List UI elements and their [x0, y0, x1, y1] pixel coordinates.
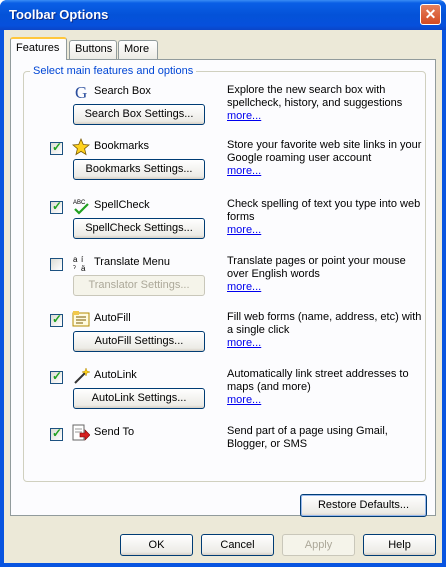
more-link[interactable]: more... [227, 394, 422, 407]
feature-description: Check spelling of text you type into web… [227, 198, 422, 237]
feature-send-to: ✓ Send To Send part of a page using Gmai… [24, 413, 424, 469]
feature-description: Translate pages or point your mouse over… [227, 255, 422, 294]
feature-description-text: Explore the new search box with spellche… [227, 84, 403, 109]
star-icon [72, 137, 90, 156]
dialog-window: Toolbar Options ✕ Features Buttons More … [0, 0, 446, 567]
autofill-checkbox[interactable]: ✓ [50, 312, 63, 327]
features-panel: Select main features and options G Searc… [10, 59, 436, 517]
check-mark-icon: ✓ [52, 312, 63, 326]
svg-text:í: í [81, 255, 84, 264]
google-g-icon: G [72, 83, 90, 102]
feature-label: AutoFill [94, 312, 131, 324]
feature-label: Bookmarks [94, 140, 150, 152]
dialog-client: Features Buttons More Select main featur… [4, 30, 442, 563]
tab-more[interactable]: More [118, 40, 158, 59]
apply-button[interactable]: Apply [282, 534, 355, 556]
more-link[interactable]: more... [227, 337, 422, 350]
main-features-group: Select main features and options G Searc… [23, 65, 426, 482]
autolink-checkbox[interactable]: ✓ [50, 369, 63, 384]
help-button[interactable]: Help [363, 534, 436, 556]
autolink-wand-icon [72, 367, 91, 385]
svg-text:ˀ: ˀ [73, 264, 76, 272]
translate-icon: aíˀä [72, 254, 90, 273]
svg-text:ä: ä [81, 264, 86, 272]
feature-label: AutoLink [94, 369, 137, 381]
feature-bookmarks: ✓ Bookmarks Bookmarks Settings... Store … [24, 127, 424, 183]
search-box-settings-button[interactable]: Search Box Settings... [73, 104, 205, 125]
check-mark-icon: ✓ [52, 140, 63, 154]
close-icon: ✕ [424, 6, 437, 22]
more-link[interactable]: more... [227, 110, 422, 123]
feature-description-text: Fill web forms (name, address, etc) with… [227, 311, 422, 336]
more-link[interactable]: more... [227, 224, 422, 237]
more-link[interactable]: more... [227, 165, 422, 178]
feature-description-text: Send part of a page using Gmail, Blogger… [227, 425, 388, 450]
feature-label: Send To [94, 426, 135, 438]
feature-spellcheck: ✓ ABC SpellCheck SpellCheck Settings... … [24, 186, 424, 242]
title-bar[interactable]: Toolbar Options ✕ [0, 0, 446, 30]
spellcheck-checkbox[interactable]: ✓ [50, 199, 63, 214]
send-to-icon [72, 424, 91, 442]
feature-search-box: G Search Box Search Box Settings... Expl… [24, 72, 424, 128]
feature-label: Search Box [94, 85, 151, 97]
spellcheck-icon: ABC [72, 197, 90, 215]
feature-description: Store your favorite web site links in yo… [227, 139, 422, 178]
autofill-settings-button[interactable]: AutoFill Settings... [73, 331, 205, 352]
check-mark-icon: ✓ [52, 199, 63, 213]
translator-settings-button[interactable]: Translator Settings... [73, 275, 205, 296]
send-to-checkbox[interactable]: ✓ [50, 426, 63, 441]
cancel-button[interactable]: Cancel [201, 534, 274, 556]
feature-description: Fill web forms (name, address, etc) with… [227, 311, 422, 350]
feature-description-text: Automatically link street addresses to m… [227, 368, 409, 393]
autolink-settings-button[interactable]: AutoLink Settings... [73, 388, 205, 409]
svg-text:ABC: ABC [73, 200, 86, 206]
svg-text:G: G [75, 83, 87, 101]
feature-description-text: Translate pages or point your mouse over… [227, 255, 406, 280]
feature-label: SpellCheck [94, 199, 150, 211]
feature-description-text: Check spelling of text you type into web… [227, 198, 421, 223]
window-title: Toolbar Options [9, 7, 109, 22]
feature-label: Translate Menu [94, 256, 171, 268]
feature-description: Send part of a page using Gmail, Blogger… [227, 425, 422, 451]
autofill-icon [72, 310, 90, 328]
tab-features[interactable]: Features [10, 37, 67, 60]
feature-description: Explore the new search box with spellche… [227, 84, 422, 123]
svg-text:a: a [73, 255, 78, 264]
ok-button[interactable]: OK [120, 534, 193, 556]
restore-defaults-button[interactable]: Restore Defaults... [300, 494, 427, 517]
translate-menu-checkbox[interactable] [50, 258, 63, 271]
close-button[interactable]: ✕ [420, 4, 441, 25]
bookmarks-settings-button[interactable]: Bookmarks Settings... [73, 159, 205, 180]
feature-autolink: ✓ AutoLink AutoLink Settings... Automati… [24, 356, 424, 412]
feature-description: Automatically link street addresses to m… [227, 368, 422, 407]
feature-description-text: Store your favorite web site links in yo… [227, 139, 422, 164]
check-mark-icon: ✓ [52, 426, 63, 440]
check-mark-icon: ✓ [52, 369, 63, 383]
tab-buttons[interactable]: Buttons [69, 40, 117, 59]
feature-autofill: ✓ AutoFill AutoFill Settings... Fill web… [24, 299, 424, 355]
more-link[interactable]: more... [227, 281, 422, 294]
feature-translate-menu: aíˀä Translate Menu Translator Settings.… [24, 243, 424, 299]
spellcheck-settings-button[interactable]: SpellCheck Settings... [73, 218, 205, 239]
bookmarks-checkbox[interactable]: ✓ [50, 140, 63, 155]
